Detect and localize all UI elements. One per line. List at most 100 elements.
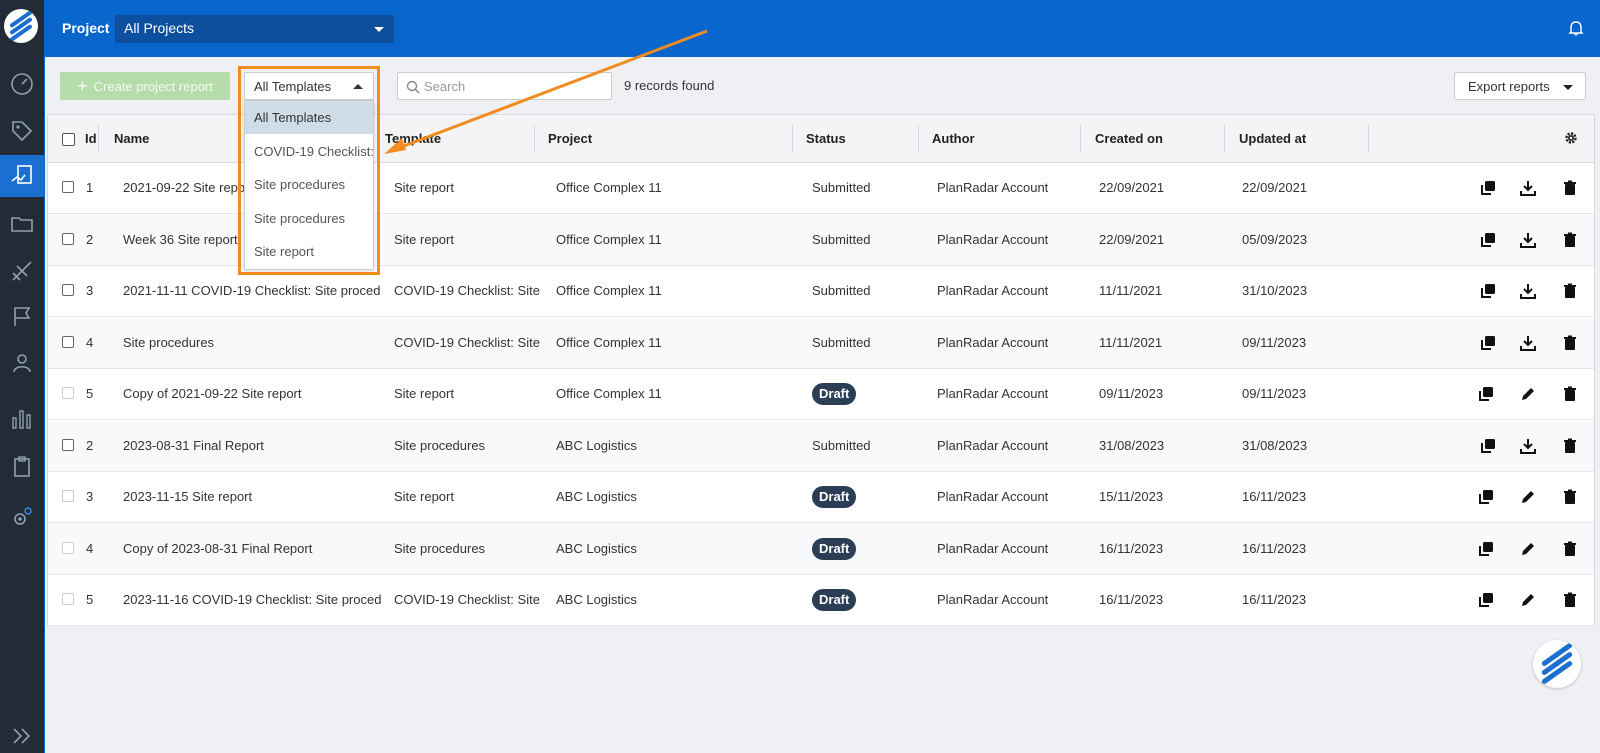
download-icon[interactable] — [1519, 282, 1537, 300]
column-header-updated-at[interactable]: Updated at — [1239, 131, 1306, 146]
copy-icon[interactable] — [1479, 282, 1497, 300]
row-checkbox[interactable] — [62, 232, 74, 245]
cell-project: Office Complex 11 — [556, 231, 662, 247]
nav-statistics-icon[interactable] — [0, 398, 44, 440]
help-widget-logo-icon[interactable] — [1533, 640, 1581, 688]
trash-icon[interactable] — [1561, 488, 1579, 506]
highlight-frame — [238, 66, 380, 275]
cell-author: PlanRadar Account — [937, 540, 1049, 556]
cell-project: ABC Logistics — [556, 489, 637, 504]
cell-id: 4 — [86, 334, 94, 350]
nav-reports-icon[interactable] — [0, 155, 44, 197]
copy-icon[interactable] — [1479, 179, 1497, 197]
row-checkbox[interactable] — [62, 335, 74, 348]
trash-icon[interactable] — [1561, 231, 1579, 249]
row-checkbox[interactable] — [62, 387, 74, 399]
cell-template: Site procedures — [394, 540, 486, 556]
copy-icon[interactable] — [1479, 437, 1497, 455]
planradar-logo-icon[interactable] — [4, 9, 38, 43]
row-checkbox[interactable] — [62, 541, 74, 554]
cell-id: 4 — [86, 540, 94, 556]
download-icon[interactable] — [1519, 334, 1537, 352]
column-header-created-on[interactable]: Created on — [1095, 131, 1163, 146]
expand-sidebar-icon[interactable] — [0, 715, 44, 753]
plus-icon: + — [77, 76, 88, 96]
pencil-icon[interactable] — [1519, 488, 1537, 506]
nav-folder-icon[interactable] — [0, 203, 44, 245]
sidebar — [0, 0, 45, 753]
nav-settings-icon[interactable] — [0, 496, 44, 538]
cell-project: Office Complex 11 — [556, 334, 662, 350]
trash-icon[interactable] — [1561, 334, 1579, 352]
column-header-id[interactable]: Id — [85, 131, 97, 146]
copy-icon[interactable] — [1477, 591, 1495, 609]
nav-dashboard-icon[interactable] — [0, 63, 44, 105]
download-icon[interactable] — [1519, 437, 1537, 455]
cell-id: 2 — [86, 437, 94, 453]
nav-tags-icon[interactable] — [0, 110, 44, 152]
nav-flag-icon[interactable] — [0, 296, 44, 338]
project-select[interactable]: All Projects — [115, 15, 394, 43]
copy-icon[interactable] — [1477, 385, 1495, 403]
cell-name[interactable]: Copy of 2021-09-22 Site report — [123, 386, 381, 401]
column-header-author[interactable]: Author — [932, 131, 975, 146]
table-row[interactable]: 4 Site procedures COVID-19 Checklist: Site… — [48, 317, 1594, 369]
bell-icon[interactable] — [1567, 19, 1585, 37]
table-row[interactable]: 5 2023-11-16 COVID-19 Checklist: Site pro… — [48, 575, 1594, 626]
trash-icon[interactable] — [1561, 179, 1579, 197]
row-checkbox[interactable] — [62, 490, 74, 502]
pencil-icon[interactable] — [1519, 540, 1537, 558]
cell-name[interactable]: 2023-11-16 COVID-19 Checklist: Site proc… — [123, 592, 381, 607]
cell-name[interactable]: Site procedures — [123, 335, 381, 350]
cell-updated-at: 09/11/2023 — [1242, 334, 1307, 350]
row-checkbox[interactable] — [62, 593, 74, 605]
row-checkbox[interactable] — [62, 181, 74, 193]
trash-icon[interactable] — [1561, 591, 1579, 609]
trash-icon[interactable] — [1561, 540, 1579, 558]
cell-template: Site report — [394, 231, 454, 247]
cell-template: Site report — [394, 489, 454, 504]
cell-name[interactable]: Copy of 2023-08-31 Final Report — [123, 541, 381, 556]
pencil-icon[interactable] — [1519, 591, 1537, 609]
nav-plans-icon[interactable] — [0, 250, 44, 292]
cell-name[interactable]: 2023-08-31 Final Report — [123, 438, 381, 453]
download-icon[interactable] — [1519, 231, 1537, 249]
cell-author: PlanRadar Account — [937, 437, 1049, 453]
copy-icon[interactable] — [1477, 488, 1495, 506]
table-row[interactable]: 2 2023-08-31 Final Report Site procedures A… — [48, 420, 1594, 472]
table-row[interactable]: 4 Copy of 2023-08-31 Final Report Site pro… — [48, 523, 1594, 575]
trash-icon[interactable] — [1561, 282, 1579, 300]
cell-status: Submitted — [812, 283, 871, 298]
status-badge: Draft — [812, 589, 857, 611]
cell-updated-at: 22/09/2021 — [1242, 180, 1308, 195]
cell-updated-at: 16/11/2023 — [1242, 540, 1307, 556]
pencil-icon[interactable] — [1519, 385, 1537, 403]
row-checkbox[interactable] — [62, 438, 74, 451]
copy-icon[interactable] — [1479, 334, 1497, 352]
cell-author: PlanRadar Account — [937, 180, 1049, 195]
nav-user-icon[interactable] — [0, 342, 44, 384]
cell-created-on: 15/11/2023 — [1099, 489, 1164, 504]
table-row[interactable]: 5 Copy of 2021-09-22 Site report Site repo… — [48, 369, 1594, 420]
cell-project: Office Complex 11 — [556, 180, 662, 195]
column-header-status[interactable]: Status — [806, 131, 846, 146]
table-row[interactable]: 3 2023-11-15 Site report Site report ABC Lo… — [48, 472, 1594, 523]
copy-icon[interactable] — [1479, 231, 1497, 249]
topbar: Project All Projects — [45, 0, 1600, 57]
export-button-label: Export reports — [1468, 79, 1550, 94]
create-project-report-button[interactable]: + Create project report — [60, 72, 230, 100]
column-header-name[interactable]: Name — [114, 131, 149, 146]
select-all-checkbox[interactable] — [62, 133, 75, 146]
copy-icon[interactable] — [1477, 540, 1495, 558]
download-icon[interactable] — [1519, 179, 1537, 197]
cell-name[interactable]: 2023-11-15 Site report — [123, 489, 381, 504]
nav-clipboard-icon[interactable] — [0, 446, 44, 488]
trash-icon[interactable] — [1561, 385, 1579, 403]
cell-created-on: 09/11/2023 — [1099, 386, 1164, 401]
trash-icon[interactable] — [1561, 437, 1579, 455]
row-checkbox[interactable] — [62, 284, 74, 296]
cell-name[interactable]: 2021-11-11 COVID-19 Checklist: Site proc… — [123, 283, 381, 298]
cell-template: COVID-19 Checklist: Site procedures — [394, 283, 542, 298]
export-reports-button[interactable]: Export reports — [1454, 72, 1586, 100]
column-settings-gear-icon[interactable] — [1563, 130, 1579, 146]
